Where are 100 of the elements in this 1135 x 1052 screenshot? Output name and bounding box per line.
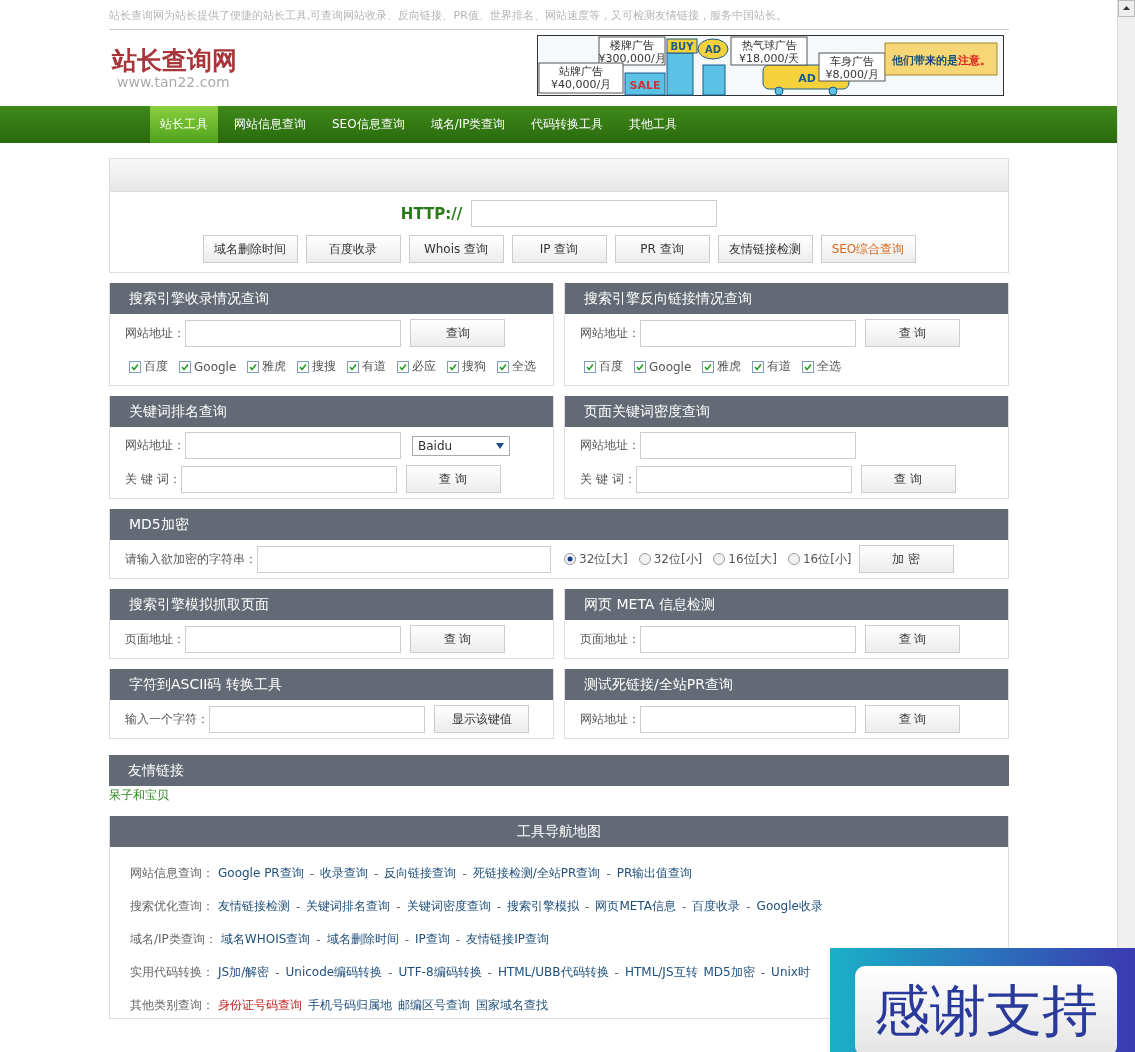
checkbox[interactable] — [584, 360, 596, 373]
query-button[interactable]: 查 询 — [410, 625, 505, 653]
checkbox[interactable] — [297, 360, 310, 373]
ad-slogan: 他们带来的是注意。 — [891, 54, 991, 67]
tool-link[interactable]: 身份证号码查询 — [218, 997, 302, 1014]
tool-link[interactable]: JS加/解密 — [218, 964, 270, 981]
tool-link[interactable]: HTML/JS互转 — [624, 964, 698, 981]
tool-link[interactable]: Unix时 — [771, 964, 810, 981]
input-field[interactable] — [180, 465, 397, 493]
query-button[interactable]: 查 询 — [865, 705, 960, 733]
field-label: 页面地址： — [125, 630, 185, 648]
tool-link[interactable]: 邮编区号查询 — [398, 997, 470, 1014]
tool-link[interactable]: MD5加密 — [703, 964, 755, 981]
nav-tab[interactable]: 网站信息查询 — [224, 106, 316, 143]
ad-price-text: ¥8,000/月 — [825, 68, 879, 81]
nav-tab[interactable]: SEO信息查询 — [322, 106, 415, 143]
input-field[interactable] — [640, 705, 856, 733]
input-field[interactable] — [185, 319, 401, 347]
http-prefix: HTTP:// — [400, 204, 463, 223]
query-button[interactable]: 查询 — [410, 319, 505, 347]
tool-link[interactable]: 收录查询 — [320, 865, 369, 882]
scrollbar[interactable] — [1117, 0, 1135, 948]
query-button[interactable]: 查 询 — [865, 625, 960, 653]
tool-link[interactable]: IP查询 — [415, 931, 450, 948]
query-button[interactable]: SEO综合查询 — [820, 235, 916, 263]
callout-box — [818, 52, 886, 82]
checkbox[interactable] — [447, 360, 460, 373]
checkbox[interactable] — [752, 360, 765, 373]
friend-link[interactable]: 呆子和宝贝 — [109, 788, 169, 802]
checkbox[interactable] — [802, 360, 815, 373]
radio-button[interactable] — [713, 553, 726, 565]
checkbox[interactable] — [129, 360, 141, 373]
input-field[interactable] — [257, 545, 551, 573]
query-button[interactable]: Whois 查询 — [408, 235, 504, 263]
tool-link[interactable]: HTML/UBB代码转换 — [497, 964, 609, 981]
ad-price-text: ¥40,000/月 — [550, 78, 612, 91]
tool-link[interactable]: 搜索引擎模拟 — [507, 898, 580, 915]
ad-sign-text: AD — [798, 72, 816, 85]
query-button[interactable]: IP 查询 — [511, 235, 607, 263]
logo-title[interactable]: 站长查询网 — [112, 47, 237, 75]
balloon-drawing — [697, 38, 729, 60]
input-field[interactable] — [209, 705, 425, 733]
checkbox[interactable] — [497, 360, 510, 373]
thanks-toast[interactable]: 感谢支持 — [830, 948, 1135, 1052]
building-drawing — [666, 38, 698, 96]
checkbox[interactable] — [179, 360, 191, 373]
checkbox[interactable] — [634, 360, 646, 373]
radio-button[interactable] — [564, 553, 576, 565]
tool-link[interactable]: 国家域名查找 — [476, 997, 548, 1014]
tool-link[interactable]: 域名删除时间 — [326, 931, 399, 948]
separator: - — [296, 899, 301, 914]
field-label: 关 键 词： — [125, 470, 181, 488]
tool-link[interactable]: 死链接检测/全站PR查询 — [472, 865, 601, 882]
input-field[interactable] — [185, 625, 401, 653]
tool-link[interactable]: 友情链接检测 — [218, 898, 290, 915]
query-button[interactable]: 加 密 — [858, 545, 954, 573]
tool-link[interactable]: 域名WHOIS查询 — [220, 931, 311, 948]
radio-button[interactable] — [787, 553, 800, 565]
query-button[interactable]: 友情链接检测 — [717, 235, 813, 263]
tool-link[interactable]: Google PR查询 — [218, 865, 304, 882]
tool-link[interactable]: 手机号码归属地 — [308, 997, 392, 1014]
tool-link[interactable]: Unicode编码转换 — [285, 964, 383, 981]
query-button[interactable]: 显示该键值 — [434, 705, 529, 733]
query-button[interactable]: 百度收录 — [305, 235, 401, 263]
ad-price-text: 车身广告 — [830, 55, 874, 68]
tool-link[interactable]: 关键词排名查询 — [306, 898, 391, 915]
tool-link[interactable]: 反向链接查询 — [384, 865, 457, 882]
query-button[interactable]: 域名删除时间 — [202, 235, 298, 263]
query-button[interactable]: 查 询 — [865, 319, 960, 347]
input-field[interactable] — [640, 625, 856, 653]
input-field[interactable] — [635, 465, 852, 493]
query-button[interactable]: 查 询 — [860, 465, 956, 493]
tool-link[interactable]: 友情链接IP查询 — [466, 931, 549, 948]
separator: - — [396, 899, 401, 914]
input-field[interactable] — [640, 319, 856, 347]
query-button[interactable]: PR 查询 — [614, 235, 710, 263]
scroll-up-icon[interactable] — [1118, 0, 1135, 17]
nav-tab[interactable]: 代码转换工具 — [521, 106, 614, 143]
tool-link[interactable]: PR输出值查询 — [616, 865, 693, 882]
ad-sign-text: AD — [705, 44, 721, 55]
tool-link[interactable]: 网页META信息 — [595, 898, 676, 915]
checkbox[interactable] — [347, 360, 360, 373]
input-field[interactable] — [640, 432, 856, 459]
tool-link[interactable]: 百度收录 — [692, 898, 741, 915]
tool-link[interactable]: Google收录 — [756, 898, 823, 915]
radio-label: 32位[大] — [579, 550, 628, 568]
tool-link[interactable]: UTF-8编码转换 — [398, 964, 482, 981]
url-input-field[interactable] — [471, 200, 718, 227]
checkbox[interactable] — [702, 360, 715, 373]
engine-select[interactable]: Baidu — [412, 435, 510, 456]
tool-link[interactable]: 关键词密度查询 — [406, 898, 491, 915]
checkbox[interactable] — [247, 360, 260, 373]
checkbox[interactable] — [397, 360, 410, 373]
nav-tab[interactable]: 其他工具 — [619, 106, 688, 143]
ad-banner[interactable]: 楼牌广告 ¥300,000/月 BUY AD 热气球广告 ¥18,000/天 车身广告 ¥8,000/月 他们带来的是注意。 站牌广告 ¥40,000/月 AD SALE — [537, 35, 1005, 97]
radio-button[interactable] — [638, 553, 651, 565]
input-field[interactable] — [185, 432, 401, 459]
query-button[interactable]: 查 询 — [405, 465, 501, 493]
category-label: 其他类别查询： — [130, 997, 214, 1014]
nav-tab[interactable]: 域名/IP类查询 — [420, 106, 516, 143]
